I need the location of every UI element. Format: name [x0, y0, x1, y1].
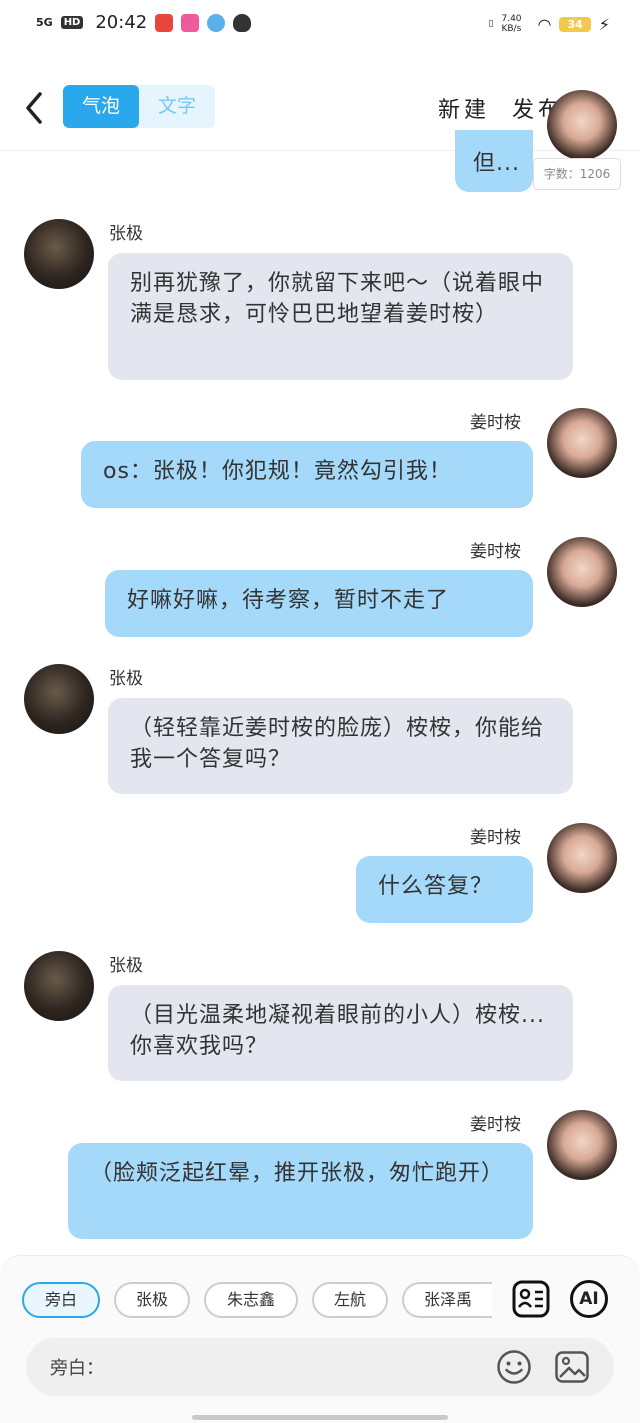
tab-text[interactable]: 文字	[139, 85, 215, 128]
battery-level: 34	[559, 16, 591, 32]
speaker-name: 姜时桉	[470, 413, 521, 433]
avatar-jiangshian[interactable]	[547, 1110, 617, 1180]
role-chip[interactable]: 张泽禹	[402, 1282, 492, 1318]
clock: 20:42	[95, 12, 148, 33]
partial-message-bubble[interactable]: 但...	[455, 130, 533, 192]
message-text: （轻轻靠近姜时桉的脸庞）桉桉，你能给我一个答复吗？	[130, 716, 545, 772]
char-count: 字数：1206	[533, 158, 621, 190]
role-chip[interactable]: 张极	[114, 1282, 190, 1318]
network-indicator: 5G	[36, 15, 53, 29]
role-chip[interactable]: 左航	[312, 1282, 388, 1318]
role-chip-narration[interactable]: 旁白	[22, 1282, 100, 1318]
speaker-name: 张极	[109, 669, 143, 689]
home-indicator[interactable]	[192, 1415, 448, 1420]
image-icon[interactable]	[554, 1349, 590, 1385]
notification-penguin-icon	[233, 13, 252, 32]
avatar-jiangshian[interactable]	[547, 90, 617, 160]
message-bubble[interactable]: os：张极！你犯规！竟然勾引我！	[81, 441, 533, 508]
ai-button[interactable]: AI	[570, 1280, 608, 1318]
input-speaker-label: 旁白：	[50, 1358, 104, 1379]
network-speed: 7.40 KB/s	[501, 14, 522, 34]
avatar-zhangji[interactable]	[24, 664, 94, 734]
hd-badge: HD	[60, 16, 84, 29]
message-text: 好嘛好嘛，待考察，暂时不走了	[127, 588, 450, 613]
message-text: 但...	[473, 151, 520, 176]
message-bubble[interactable]: 什么答复？	[356, 856, 533, 923]
tab-bubble[interactable]: 气泡	[63, 85, 139, 128]
speaker-name: 姜时桉	[470, 1115, 521, 1135]
notification-bird-icon	[207, 13, 226, 32]
new-button[interactable]: 新建	[438, 92, 490, 124]
message-bubble[interactable]: （目光温柔地凝视着眼前的小人）桉桉...你喜欢我吗？	[108, 985, 573, 1081]
speaker-name: 张极	[109, 956, 143, 976]
message-bubble[interactable]: 好嘛好嘛，待考察，暂时不走了	[105, 570, 533, 637]
message-bubble[interactable]: （脸颊泛起红晕，推开张极，匆忙跑开）	[68, 1143, 533, 1239]
avatar-jiangshian[interactable]	[547, 408, 617, 478]
back-arrow-icon[interactable]	[20, 88, 50, 128]
message-text: os：张极！你犯规！竟然勾引我！	[103, 459, 452, 484]
speaker-name: 姜时桉	[470, 828, 521, 848]
notification-app-icon	[181, 13, 200, 32]
charging-icon: ⚡	[598, 14, 610, 34]
message-bubble[interactable]: 别再犹豫了，你就留下来吧～（说着眼中满是恳求，可怜巴巴地望着姜时桉）	[108, 253, 573, 380]
status-bar: 5G HD 20:42 ▯ 7.40 KB/s ◠ 34 ⚡	[0, 0, 640, 48]
emoji-icon[interactable]	[496, 1349, 532, 1385]
notification-app-icon	[155, 13, 174, 32]
message-bubble[interactable]: （轻轻靠近姜时桉的脸庞）桉桉，你能给我一个答复吗？	[108, 698, 573, 794]
message-text: 别再犹豫了，你就留下来吧～（说着眼中满是恳求，可怜巴巴地望着姜时桉）	[130, 271, 545, 327]
avatar-jiangshian[interactable]	[547, 823, 617, 893]
message-text: （目光温柔地凝视着眼前的小人）桉桉...你喜欢我吗？	[130, 1003, 545, 1059]
message-text: （脸颊泛起红晕，推开张极，匆忙跑开）	[90, 1161, 505, 1186]
avatar-zhangji[interactable]	[24, 219, 94, 289]
role-chip[interactable]: 朱志鑫	[204, 1282, 298, 1318]
editor-header: 气泡 文字 新建 发布 •••	[0, 70, 640, 151]
message-text: 什么答复？	[378, 874, 494, 899]
avatar-zhangji[interactable]	[24, 951, 94, 1021]
avatar-jiangshian[interactable]	[547, 537, 617, 607]
vibrate-icon: ▯	[488, 19, 494, 29]
speaker-name: 张极	[109, 224, 143, 244]
mode-toggle: 气泡 文字	[63, 85, 215, 128]
wifi-icon: ◠	[537, 14, 552, 34]
role-list-icon[interactable]	[512, 1280, 550, 1318]
speaker-name: 姜时桉	[470, 542, 521, 562]
